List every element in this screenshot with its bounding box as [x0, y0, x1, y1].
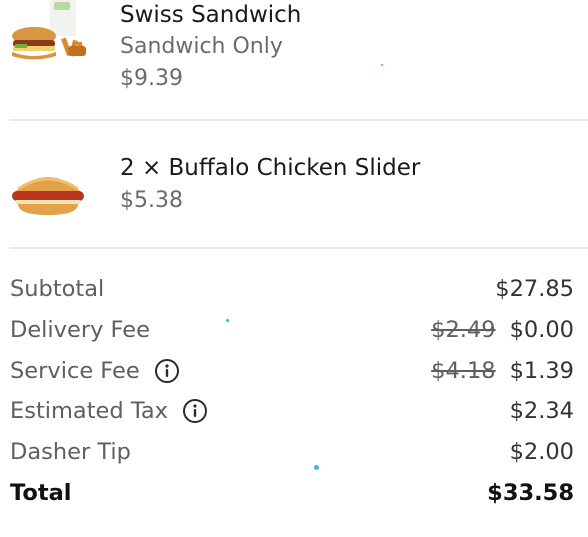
screen-speck: [314, 465, 319, 470]
service-fee-original: $4.18: [431, 357, 496, 384]
total-label: Total: [10, 479, 72, 506]
service-fee-label-group: Service Fee: [10, 358, 180, 384]
item-option: Sandwich Only: [120, 34, 283, 59]
service-fee-row: Service Fee $4.18 $1.39: [10, 358, 574, 399]
dasher-tip-value: $2.00: [509, 439, 574, 466]
delivery-fee-values: $2.49 $0.00: [431, 317, 574, 343]
dasher-tip-label: Dasher Tip: [10, 439, 131, 466]
subtotal-row: Subtotal $27.85: [10, 276, 574, 317]
screen-speck: [381, 64, 383, 66]
delivery-fee-row: Delivery Fee $2.49 $0.00: [10, 317, 574, 358]
combo-meal-icon: [6, 0, 92, 70]
order-summary: Subtotal $27.85 Delivery Fee $2.49 $0.00…: [10, 276, 574, 521]
delivery-fee-original: $2.49: [431, 316, 496, 343]
item-price: $9.39: [120, 66, 183, 91]
info-icon[interactable]: [182, 398, 208, 424]
order-item-swiss-sandwich[interactable]: Swiss Sandwich Sandwich Only $9.39: [0, 0, 588, 118]
screen-speck: [226, 319, 229, 322]
total-value: $33.58: [487, 479, 574, 506]
estimated-tax-value: $2.34: [509, 398, 574, 425]
delivery-fee-label: Delivery Fee: [10, 316, 150, 343]
service-fee-values: $4.18 $1.39: [431, 358, 574, 384]
item-name: 2 × Buffalo Chicken Slider: [120, 155, 421, 181]
total-row: Total $33.58: [10, 480, 574, 521]
item-name: Swiss Sandwich: [120, 2, 302, 28]
service-fee-value: $1.39: [509, 357, 574, 384]
subtotal-label: Subtotal: [10, 276, 105, 302]
item-price: $5.38: [120, 188, 183, 213]
order-item-buffalo-chicken-slider[interactable]: 2 × Buffalo Chicken Slider $5.38: [0, 121, 588, 247]
estimated-tax-label: Estimated Tax: [10, 398, 168, 425]
divider: [10, 247, 588, 249]
delivery-fee-value: $0.00: [509, 316, 574, 343]
slider-burger-icon: [8, 169, 88, 225]
subtotal-value: $27.85: [495, 276, 574, 302]
estimated-tax-label-group: Estimated Tax: [10, 398, 208, 424]
dasher-tip-row: Dasher Tip $2.00: [10, 439, 574, 480]
info-icon[interactable]: [154, 358, 180, 384]
service-fee-label: Service Fee: [10, 357, 140, 384]
estimated-tax-row: Estimated Tax $2.34: [10, 398, 574, 439]
